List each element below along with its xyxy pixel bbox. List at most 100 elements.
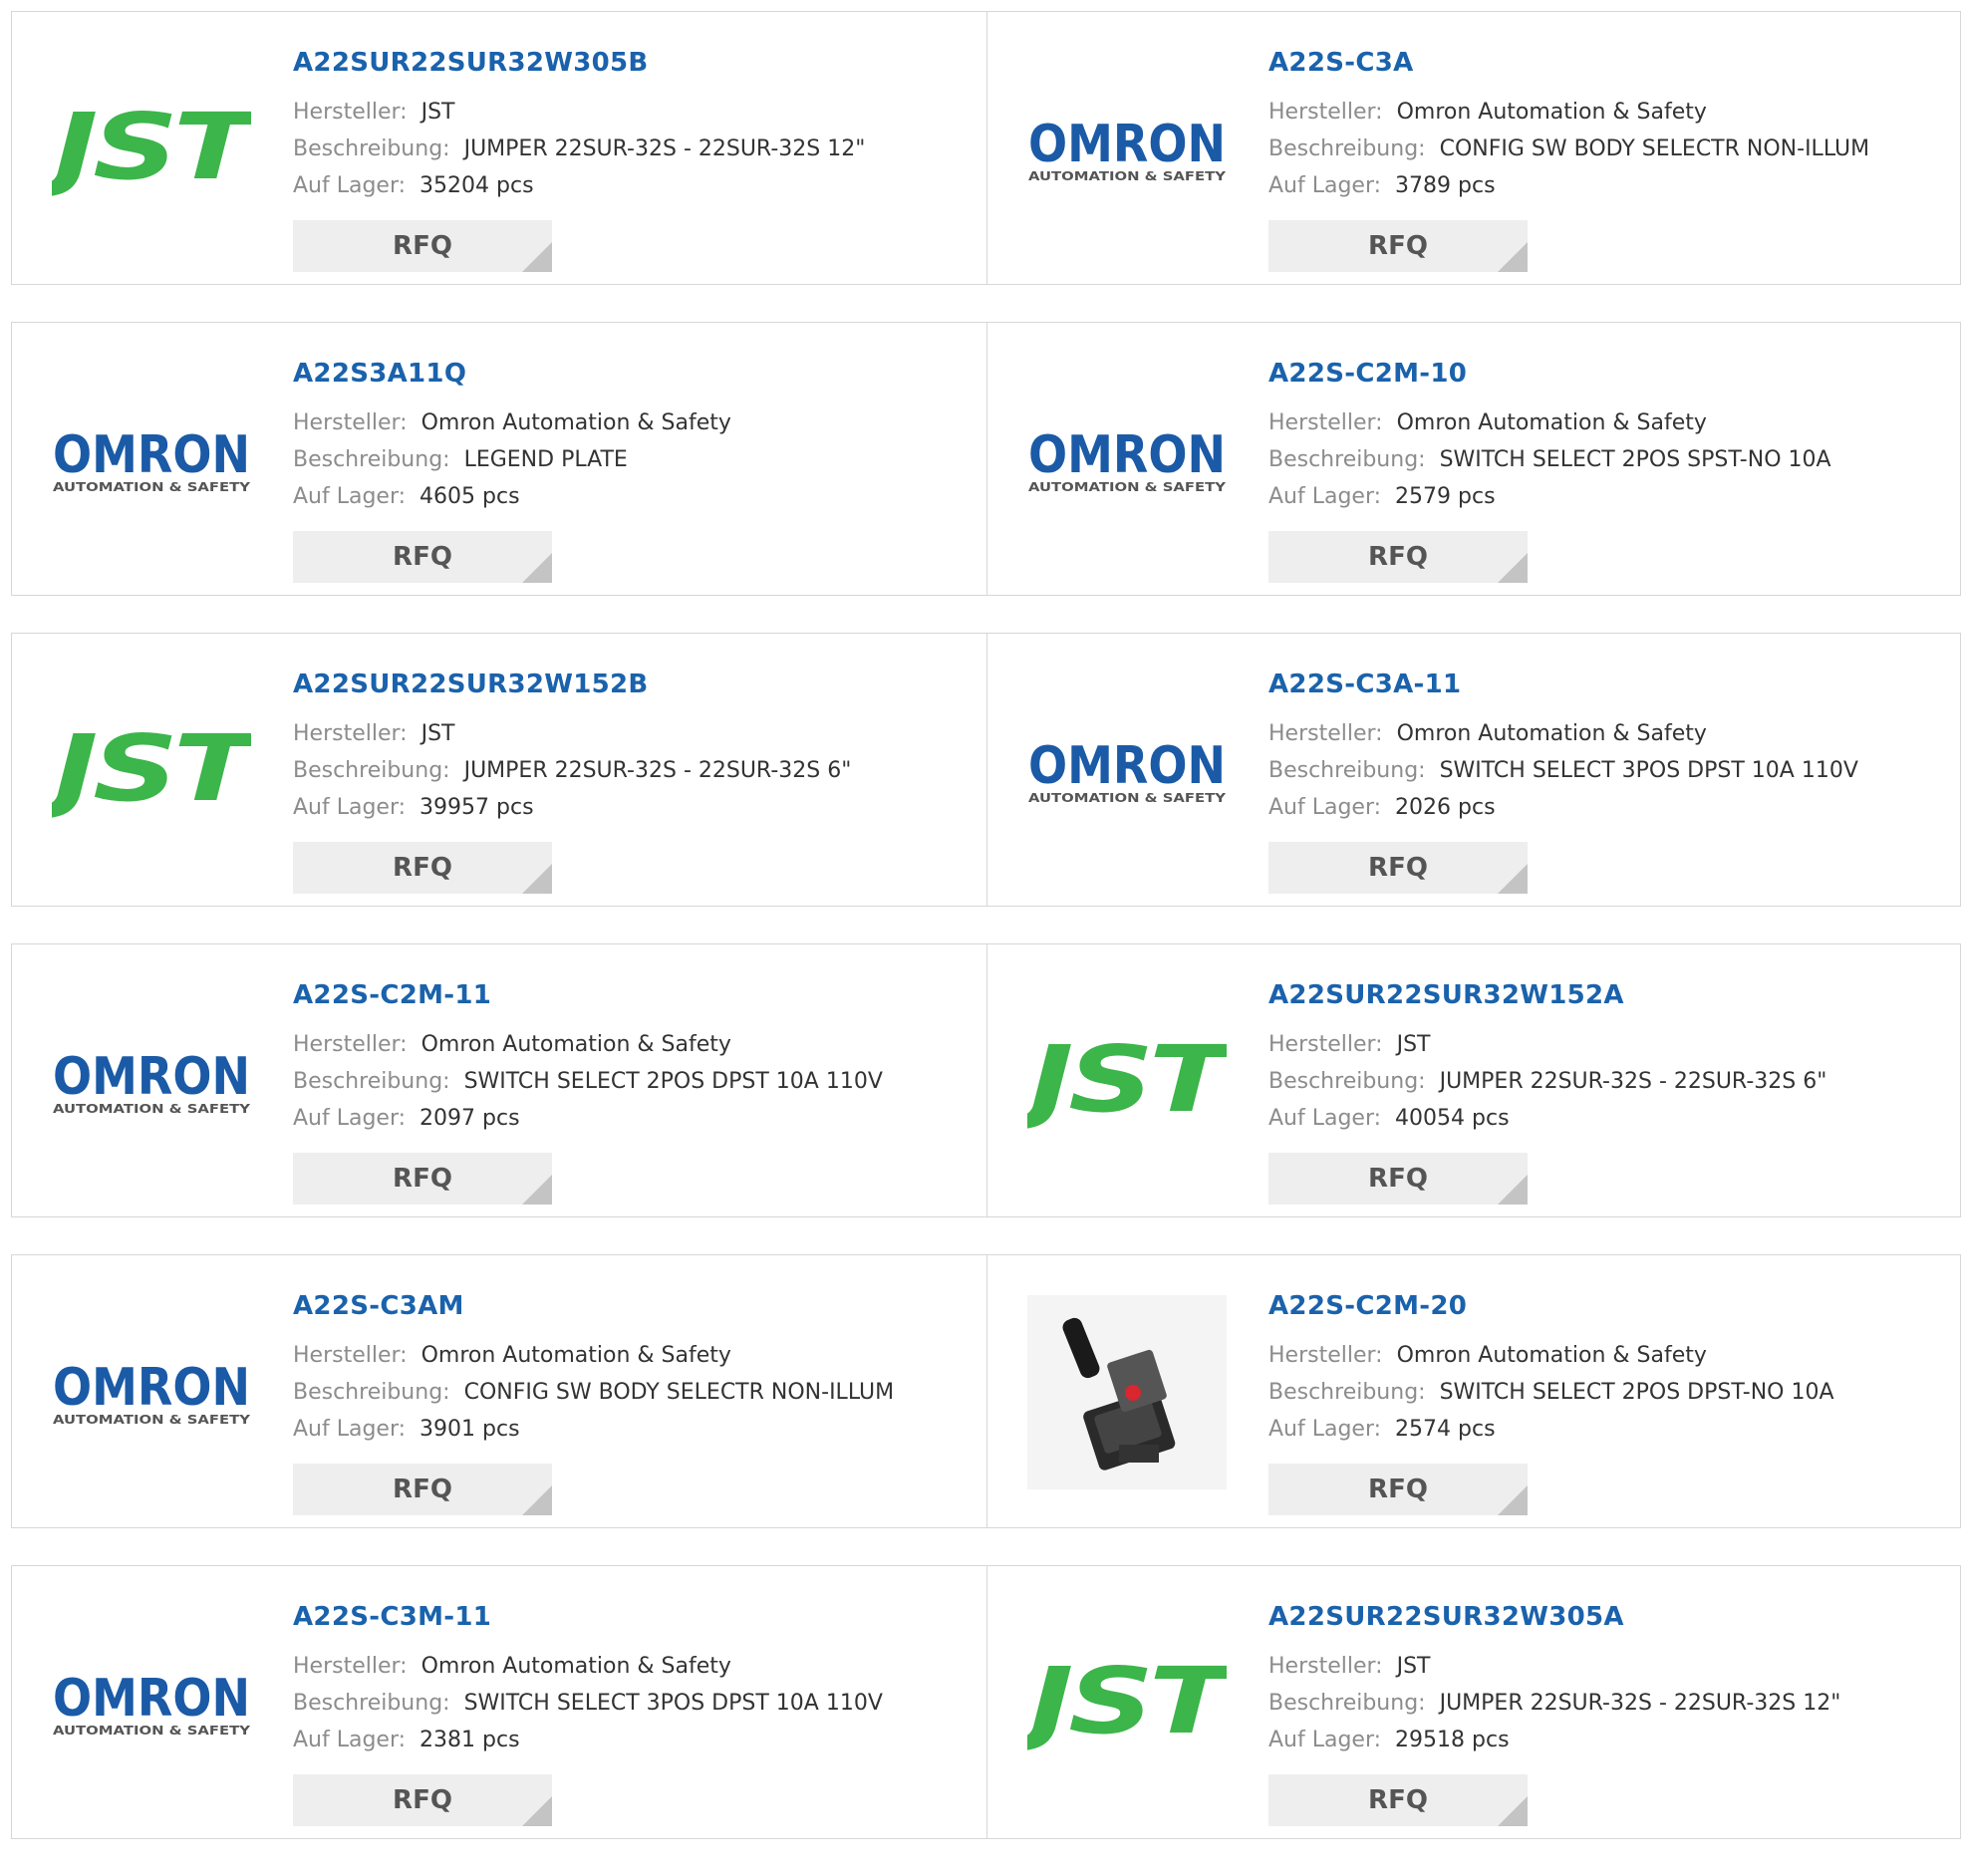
manufacturer-logo[interactable]: JST — [1027, 1606, 1227, 1800]
rfq-button[interactable]: RFQ — [1268, 842, 1528, 894]
description-field: Beschreibung: CONFIG SW BODY SELECTR NON-… — [293, 1374, 977, 1411]
rfq-corner-decoration — [522, 553, 552, 583]
part-number-link[interactable]: A22S-C2M-10 — [1268, 357, 1950, 391]
rfq-label: RFQ — [393, 1164, 452, 1194]
stock-label: Auf Lager: — [293, 484, 407, 509]
manufacturer-value: Omron Automation & Safety — [420, 1032, 731, 1057]
omron-logo-subtext: AUTOMATION & SAFETY — [1028, 169, 1226, 183]
manufacturer-field: Hersteller: Omron Automation & Safety — [1268, 404, 1950, 441]
rfq-label: RFQ — [393, 542, 452, 572]
rfq-button[interactable]: RFQ — [1268, 220, 1528, 272]
product-row: JST A22SUR22SUR32W152B Hersteller: JST Be… — [11, 633, 1961, 907]
manufacturer-field: Hersteller: Omron Automation & Safety — [1268, 715, 1950, 752]
omron-logo-icon: OMRONAUTOMATION & SAFETY — [53, 1358, 250, 1427]
omron-logo-icon: OMRONAUTOMATION & SAFETY — [53, 1047, 250, 1116]
rfq-corner-decoration — [1498, 1485, 1528, 1515]
manufacturer-logo[interactable]: JST — [52, 52, 251, 246]
description-value: SWITCH SELECT 2POS DPST-NO 10A — [1439, 1380, 1834, 1405]
omron-logo-icon: OMRONAUTOMATION & SAFETY — [53, 1669, 250, 1738]
omron-logo-text: OMRON — [53, 1669, 250, 1729]
product-card: OMRON AUTOMATION & SAFETY A22S-C3A Herste… — [987, 12, 1960, 284]
manufacturer-logo[interactable]: OMRON AUTOMATION & SAFETY — [1027, 52, 1227, 246]
manufacturer-label: Hersteller: — [293, 721, 408, 746]
jst-logo-text: JST — [1027, 1026, 1227, 1133]
manufacturer-label: Hersteller: — [1268, 100, 1383, 125]
product-info: A22S-C2M-11 Hersteller: Omron Automation … — [293, 978, 977, 1205]
description-field: Beschreibung: JUMPER 22SUR-32S - 22SUR-32… — [1268, 1063, 1950, 1100]
stock-value: 39957 pcs — [420, 795, 534, 820]
rfq-button[interactable]: RFQ — [1268, 1774, 1528, 1826]
omron-logo-icon: OMRONAUTOMATION & SAFETY — [1028, 115, 1226, 183]
manufacturer-logo[interactable]: JST — [1027, 984, 1227, 1179]
description-field: Beschreibung: SWITCH SELECT 2POS DPST-NO … — [1268, 1374, 1950, 1411]
rfq-button[interactable]: RFQ — [1268, 1153, 1528, 1205]
stock-value: 2574 pcs — [1395, 1417, 1496, 1442]
manufacturer-logo[interactable]: OMRON AUTOMATION & SAFETY — [1027, 673, 1227, 868]
manufacturer-field: Hersteller: Omron Automation & Safety — [293, 1648, 977, 1685]
stock-field: Auf Lager: 2579 pcs — [1268, 478, 1950, 515]
stock-field: Auf Lager: 39957 pcs — [293, 789, 977, 826]
rfq-label: RFQ — [1368, 853, 1428, 883]
rfq-corner-decoration — [1498, 1175, 1528, 1205]
stock-field: Auf Lager: 2574 pcs — [1268, 1411, 1950, 1448]
part-number-link[interactable]: A22S3A11Q — [293, 357, 977, 391]
jst-logo-icon: JST — [1027, 1648, 1227, 1754]
stock-field: Auf Lager: 3901 pcs — [293, 1411, 977, 1448]
manufacturer-logo[interactable]: OMRON AUTOMATION & SAFETY — [52, 984, 251, 1179]
product-info: A22S-C3M-11 Hersteller: Omron Automation … — [293, 1600, 977, 1826]
manufacturer-value: JST — [1396, 1032, 1431, 1057]
rfq-button[interactable]: RFQ — [293, 842, 552, 894]
rfq-corner-decoration — [522, 1175, 552, 1205]
rfq-button[interactable]: RFQ — [293, 1464, 552, 1515]
product-photo[interactable] — [1027, 1295, 1227, 1489]
manufacturer-label: Hersteller: — [1268, 1343, 1383, 1368]
part-number-link[interactable]: A22S-C2M-20 — [1268, 1289, 1950, 1323]
stock-value: 35204 pcs — [420, 173, 534, 198]
rfq-button[interactable]: RFQ — [293, 220, 552, 272]
stock-field: Auf Lager: 2381 pcs — [293, 1722, 977, 1758]
manufacturer-field: Hersteller: Omron Automation & Safety — [1268, 1337, 1950, 1374]
part-number-link[interactable]: A22SUR22SUR32W305A — [1268, 1600, 1950, 1634]
description-field: Beschreibung: JUMPER 22SUR-32S - 22SUR-32… — [293, 752, 977, 789]
part-number-link[interactable]: A22S-C3A — [1268, 46, 1950, 80]
rfq-button[interactable]: RFQ — [293, 1774, 552, 1826]
product-info: A22S-C2M-20 Hersteller: Omron Automation … — [1268, 1289, 1950, 1515]
manufacturer-field: Hersteller: JST — [1268, 1648, 1950, 1685]
stock-label: Auf Lager: — [293, 795, 407, 820]
part-number-link[interactable]: A22SUR22SUR32W305B — [293, 46, 977, 80]
description-label: Beschreibung: — [293, 1691, 450, 1716]
rfq-label: RFQ — [1368, 542, 1428, 572]
manufacturer-logo[interactable]: JST — [52, 673, 251, 868]
part-number-link[interactable]: A22S-C3AM — [293, 1289, 977, 1323]
part-number-link[interactable]: A22SUR22SUR32W152A — [1268, 978, 1950, 1012]
part-number-link[interactable]: A22S-C3A-11 — [1268, 668, 1950, 701]
stock-value: 3789 pcs — [1395, 173, 1496, 198]
product-row: JST A22SUR22SUR32W305B Hersteller: JST Be… — [11, 11, 1961, 285]
part-number-link[interactable]: A22S-C2M-11 — [293, 978, 977, 1012]
rfq-button[interactable]: RFQ — [293, 1153, 552, 1205]
manufacturer-label: Hersteller: — [1268, 1032, 1383, 1057]
description-field: Beschreibung: SWITCH SELECT 3POS DPST 10A… — [293, 1685, 977, 1722]
manufacturer-logo[interactable]: OMRON AUTOMATION & SAFETY — [1027, 363, 1227, 557]
description-field: Beschreibung: JUMPER 22SUR-32S - 22SUR-32… — [293, 131, 977, 167]
omron-logo-icon: OMRONAUTOMATION & SAFETY — [53, 425, 250, 494]
manufacturer-logo[interactable]: OMRON AUTOMATION & SAFETY — [52, 363, 251, 557]
description-label: Beschreibung: — [1268, 1069, 1426, 1094]
stock-value: 2579 pcs — [1395, 484, 1496, 509]
rfq-button[interactable]: RFQ — [1268, 1464, 1528, 1515]
manufacturer-logo[interactable]: OMRON AUTOMATION & SAFETY — [52, 1295, 251, 1489]
product-card: A22S-C2M-20 Hersteller: Omron Automation … — [987, 1255, 1960, 1527]
omron-logo-subtext: AUTOMATION & SAFETY — [1028, 480, 1226, 494]
description-label: Beschreibung: — [1268, 447, 1426, 472]
description-value: SWITCH SELECT 3POS DPST 10A 110V — [463, 1691, 883, 1716]
rfq-label: RFQ — [393, 853, 452, 883]
stock-label: Auf Lager: — [1268, 1728, 1382, 1752]
description-value: JUMPER 22SUR-32S - 22SUR-32S 12" — [1439, 1691, 1841, 1716]
part-number-link[interactable]: A22SUR22SUR32W152B — [293, 668, 977, 701]
rfq-button[interactable]: RFQ — [293, 531, 552, 583]
manufacturer-logo[interactable]: OMRON AUTOMATION & SAFETY — [52, 1606, 251, 1800]
part-number-link[interactable]: A22S-C3M-11 — [293, 1600, 977, 1634]
description-value: JUMPER 22SUR-32S - 22SUR-32S 6" — [1439, 1069, 1827, 1094]
omron-logo-text: OMRON — [1028, 425, 1226, 485]
rfq-button[interactable]: RFQ — [1268, 531, 1528, 583]
